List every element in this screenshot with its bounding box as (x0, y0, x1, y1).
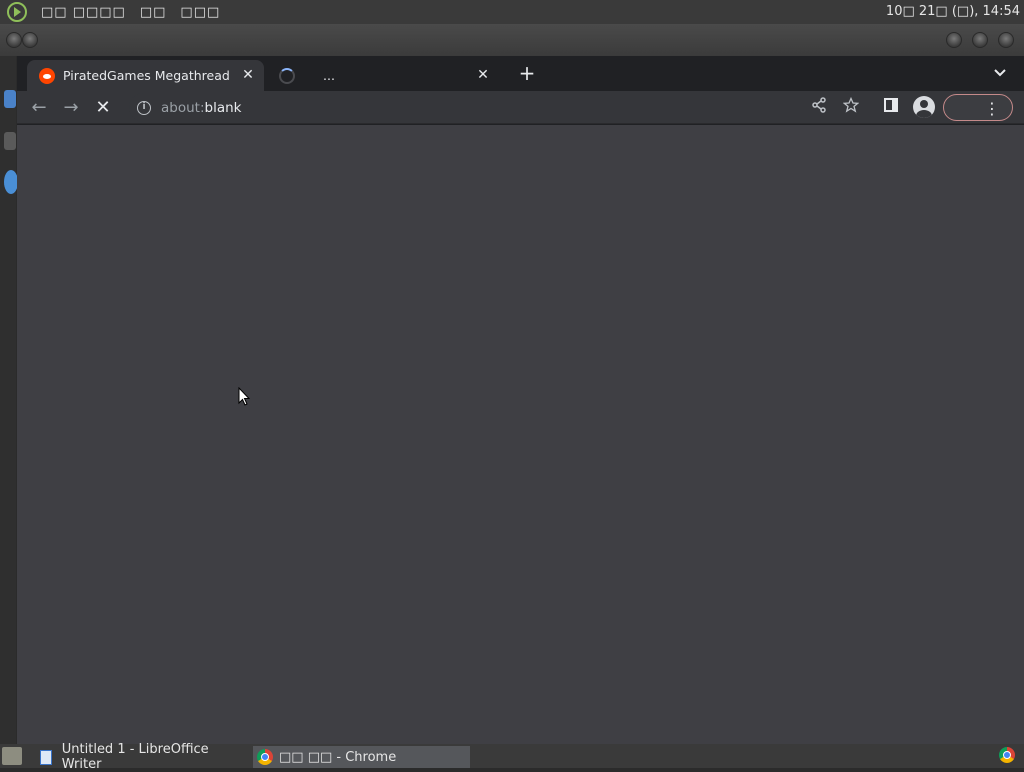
tab-piratedgames[interactable]: PiratedGames Megathread : r/ ✕ (27, 60, 264, 91)
bookmark-button[interactable] (838, 95, 864, 121)
address-bar[interactable]: i about:blank (129, 93, 859, 122)
info-icon[interactable]: i (137, 100, 151, 115)
chrome-icon (257, 749, 273, 765)
loading-spinner-icon (279, 67, 295, 84)
top-panel: □□ □□□□ □□ □□□ 10□ 21□ (□), 14:54 (0, 0, 1024, 24)
close-tab-icon[interactable]: ✕ (475, 67, 491, 83)
desktop-background (0, 24, 18, 744)
tab-title: PiratedGames Megathread : r/ (63, 68, 233, 83)
chevron-down-icon (994, 69, 1006, 77)
url-text[interactable]: about:blank (161, 100, 241, 116)
cursor-arrow-icon (238, 387, 250, 406)
top-menu-places[interactable]: □□ (140, 5, 167, 20)
side-panel-icon (884, 98, 898, 112)
tab-search-button[interactable] (990, 63, 1010, 83)
tab-loading[interactable]: ... ✕ (267, 60, 499, 91)
top-menu-applications[interactable]: □□ □□□□ (41, 5, 126, 20)
page-content[interactable] (17, 125, 1024, 744)
desktop-icon-fragment[interactable] (4, 170, 18, 194)
stop-loading-button[interactable]: ✕ (90, 95, 116, 121)
desktop-icon-fragment[interactable] (4, 132, 16, 150)
window-menu-button[interactable] (6, 32, 22, 48)
app-menu-icon[interactable] (7, 2, 27, 22)
show-desktop-icon[interactable] (2, 747, 22, 765)
top-menu-system[interactable]: □□□ (180, 5, 220, 20)
browser-toolbar: ← → ✕ i about:blank ⋮ (17, 91, 1024, 124)
update-button[interactable]: ⋮ (943, 94, 1013, 121)
chrome-window: PiratedGames Megathread : r/ ✕ ... ✕ + ←… (17, 56, 1024, 744)
task-libreoffice-writer[interactable]: Untitled 1 - LibreOffice Writer (36, 742, 248, 772)
close-tab-icon[interactable]: ✕ (240, 67, 256, 83)
clock[interactable]: 10□ 21□ (□), 14:54 (886, 4, 1020, 19)
share-icon (812, 97, 826, 113)
tab-title: ... (323, 68, 335, 83)
writer-doc-icon (40, 749, 52, 765)
task-chrome[interactable]: □□ □□ - Chrome (253, 746, 470, 768)
taskbar: Untitled 1 - LibreOffice Writer □□ □□ - … (0, 742, 1024, 772)
back-button[interactable]: ← (26, 95, 52, 121)
tab-strip: PiratedGames Megathread : r/ ✕ ... ✕ + (17, 56, 1024, 91)
side-panel-button[interactable] (878, 95, 904, 121)
share-button[interactable] (806, 95, 832, 121)
desktop-icon-fragment[interactable] (4, 90, 16, 108)
window-titlebar[interactable] (0, 24, 1024, 56)
minimize-button[interactable] (946, 32, 962, 48)
profile-avatar-icon[interactable] (913, 96, 935, 118)
star-icon (842, 96, 860, 113)
reddit-icon (39, 67, 55, 84)
forward-button[interactable]: → (58, 95, 84, 121)
new-tab-button[interactable]: + (515, 62, 539, 86)
tray-chrome-icon[interactable] (999, 747, 1015, 763)
maximize-button[interactable] (972, 32, 988, 48)
window-shade-button[interactable] (22, 32, 38, 48)
task-label: □□ □□ - Chrome (279, 749, 397, 765)
more-menu-icon[interactable]: ⋮ (982, 95, 1002, 122)
close-window-button[interactable] (998, 32, 1014, 48)
